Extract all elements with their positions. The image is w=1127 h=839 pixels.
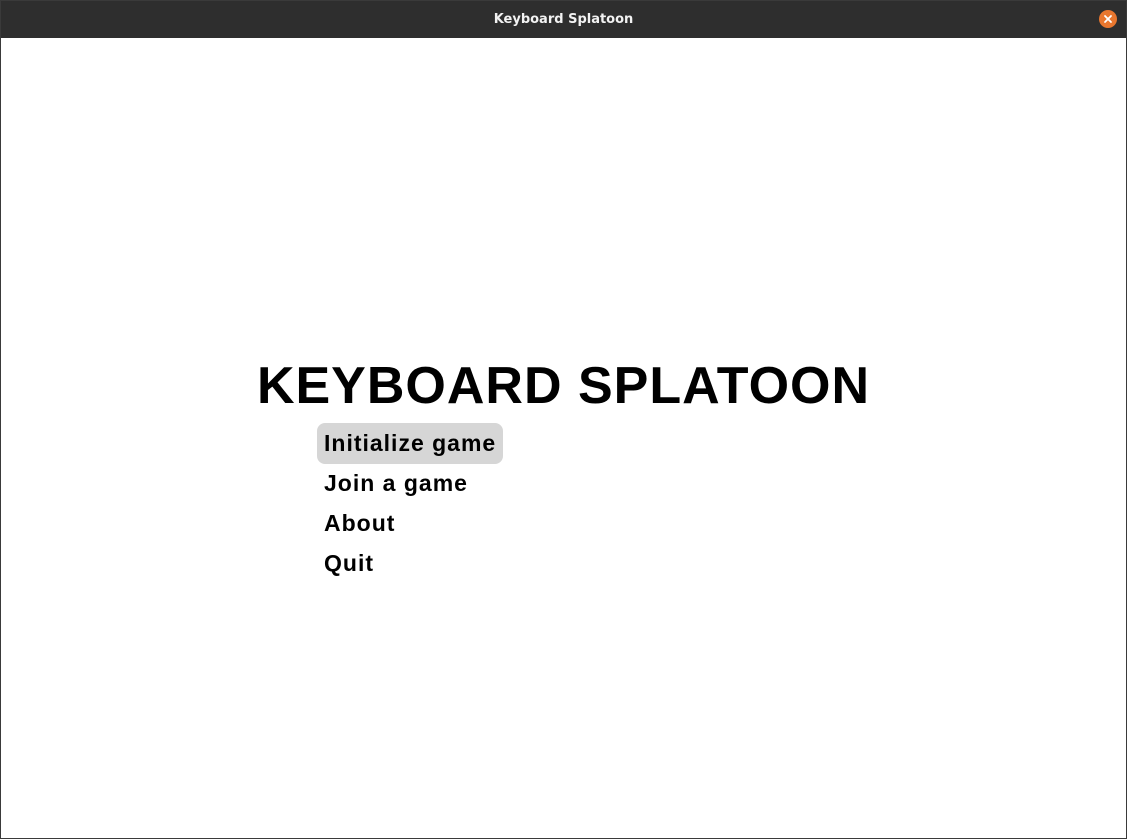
- window-title: Keyboard Splatoon: [493, 12, 634, 27]
- title-bar[interactable]: Keyboard Splatoon: [1, 1, 1126, 38]
- menu-item-label: Initialize game: [317, 422, 504, 464]
- main-menu: Initialize game Join a game About Quit: [317, 422, 504, 583]
- menu-item-quit[interactable]: Quit: [317, 543, 503, 583]
- menu-item-label: Join a game: [324, 469, 468, 496]
- menu-item-label: Quit: [324, 549, 374, 576]
- close-button[interactable]: [1099, 10, 1117, 28]
- game-title: KEYBOARD SPLATOON: [256, 357, 871, 415]
- close-icon: [1104, 15, 1112, 23]
- menu-item-join-game[interactable]: Join a game: [317, 463, 503, 503]
- menu-item-initialize-game[interactable]: Initialize game: [317, 422, 504, 464]
- menu-item-about[interactable]: About: [317, 503, 503, 543]
- app-window: Keyboard Splatoon KEYBOARD SPLATOON Init…: [0, 0, 1127, 839]
- game-canvas: KEYBOARD SPLATOON Initialize game Join a…: [1, 38, 1126, 838]
- menu-item-label: About: [324, 509, 396, 536]
